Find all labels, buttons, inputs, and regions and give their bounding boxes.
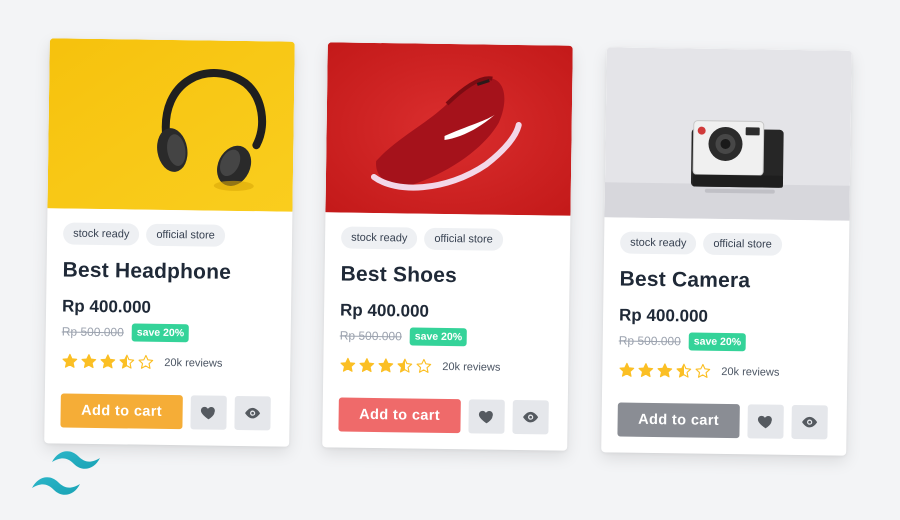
chip-official-store: official store xyxy=(424,227,504,251)
quick-view-button[interactable] xyxy=(234,395,271,431)
product-card-headphone: stock ready official store Best Headphon… xyxy=(44,38,295,447)
star-icon-half xyxy=(676,363,692,378)
star-icon-full xyxy=(378,358,394,373)
star-icon-half xyxy=(119,354,135,369)
star-rating xyxy=(618,362,711,380)
star-icon-full xyxy=(657,363,673,378)
product-price: Rp 400.000 xyxy=(339,300,430,321)
star-icon-full xyxy=(359,358,375,373)
discount-badge: save 20% xyxy=(688,332,747,352)
quick-view-button[interactable] xyxy=(791,404,828,440)
star-icon-full xyxy=(100,354,116,369)
tailwind-logo-icon xyxy=(30,448,118,502)
rating: 20k reviews xyxy=(618,362,831,382)
eye-icon xyxy=(523,411,539,423)
product-price: Rp 400.000 xyxy=(618,305,709,326)
chip-stock-ready: stock ready xyxy=(619,231,697,255)
shoe-image xyxy=(325,42,573,216)
add-to-cart-button[interactable]: Add to cart xyxy=(338,397,461,434)
rating: 20k reviews xyxy=(339,357,552,377)
star-rating xyxy=(61,353,154,371)
review-count: 20k reviews xyxy=(442,360,501,374)
product-image xyxy=(47,38,295,212)
product-price: Rp 400.000 xyxy=(61,296,152,317)
rating: 20k reviews xyxy=(61,353,274,373)
product-title: Best Headphone xyxy=(62,258,232,284)
product-title: Best Shoes xyxy=(340,262,458,288)
chip-stock-ready: stock ready xyxy=(62,222,140,246)
product-card-shoes: stock ready official store Best Shoes Rp… xyxy=(322,42,573,451)
star-icon-full xyxy=(619,362,635,377)
chip-official-store: official store xyxy=(146,223,226,247)
headphone-image xyxy=(47,38,295,212)
heart-icon xyxy=(200,406,215,420)
review-count: 20k reviews xyxy=(721,365,780,379)
camera-image xyxy=(604,47,852,221)
discount-badge: save 20% xyxy=(131,323,190,343)
review-count: 20k reviews xyxy=(164,356,223,370)
old-price: Rp 500.000 xyxy=(61,324,124,340)
heart-icon xyxy=(478,410,493,424)
old-price: Rp 500.000 xyxy=(618,333,681,349)
eye-icon xyxy=(245,407,261,419)
star-icon-empty xyxy=(138,354,154,369)
heart-icon xyxy=(757,415,772,429)
chip-official-store: official store xyxy=(703,232,783,256)
discount-badge: save 20% xyxy=(409,327,468,347)
star-icon-full xyxy=(638,363,654,378)
chip-stock-ready: stock ready xyxy=(340,226,418,250)
quick-view-button[interactable] xyxy=(512,399,549,435)
eye-icon xyxy=(802,416,818,428)
add-to-cart-button[interactable]: Add to cart xyxy=(60,393,183,430)
wishlist-button[interactable] xyxy=(468,399,505,434)
star-icon-full xyxy=(62,353,78,368)
product-card-camera: stock ready official store Best Camera R… xyxy=(601,47,852,456)
star-icon-empty xyxy=(695,363,711,378)
star-icon-full xyxy=(340,357,356,372)
star-rating xyxy=(339,357,432,375)
star-icon-full xyxy=(81,354,97,369)
old-price: Rp 500.000 xyxy=(339,328,402,344)
add-to-cart-button[interactable]: Add to cart xyxy=(617,402,740,439)
product-title: Best Camera xyxy=(619,267,751,293)
wishlist-button[interactable] xyxy=(190,395,227,430)
star-icon-empty xyxy=(416,358,432,373)
product-image xyxy=(604,47,852,221)
wishlist-button[interactable] xyxy=(747,404,784,439)
product-cards-stage: stock ready official store Best Headphon… xyxy=(0,0,900,520)
star-icon-half xyxy=(397,358,413,373)
product-image xyxy=(325,42,573,216)
